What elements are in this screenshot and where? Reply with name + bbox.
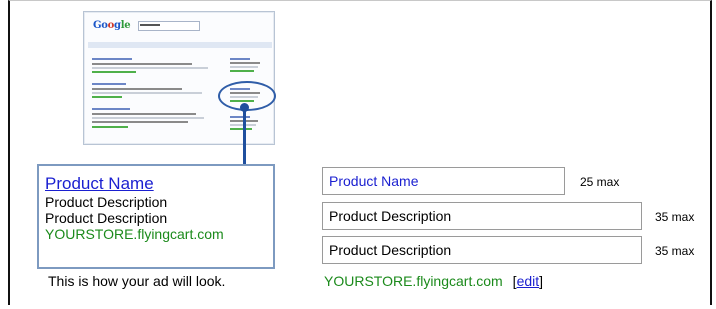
display-url-text: YOURSTORE.flyingcart.com	[324, 273, 503, 289]
product-name-input[interactable]	[322, 167, 565, 195]
ad-preview: Product Name Product Description Product…	[37, 164, 275, 269]
search-logo: Google	[93, 20, 131, 31]
thumbnail-results-bar	[88, 42, 272, 48]
thumbnail-ad-line	[230, 58, 250, 60]
thumbnail-result-line	[92, 63, 192, 65]
thumbnail-result-line	[92, 126, 128, 128]
thumbnail-result-line	[92, 108, 130, 110]
preview-caption: This is how your ad will look.	[48, 273, 226, 289]
preview-display-url: YOURSTORE.flyingcart.com	[45, 226, 224, 242]
description-line-2-input[interactable]	[322, 236, 642, 264]
thumbnail-ad-line	[230, 62, 260, 64]
preview-description-line-2: Product Description	[45, 210, 168, 226]
thumbnail-result-line	[92, 113, 196, 115]
thumbnail-ad-line	[230, 116, 250, 118]
thumbnail-result-line	[92, 58, 132, 60]
product-name-max-label: 25 max	[580, 175, 620, 189]
thumbnail-result-line	[92, 83, 126, 85]
edit-url-link[interactable]: edit	[517, 273, 540, 289]
preview-description-line-1: Product Description	[45, 194, 168, 210]
thumbnail-search-text	[140, 24, 160, 26]
search-page-thumbnail: Google	[83, 11, 275, 145]
thumbnail-search-box	[138, 21, 200, 31]
display-url-row: YOURSTORE.flyingcart.com [edit]	[324, 273, 543, 289]
thumbnail-ad-line	[230, 66, 258, 68]
thumbnail-result-line	[92, 67, 208, 69]
thumbnail-result-line	[92, 96, 122, 98]
description-line-1-input[interactable]	[322, 202, 642, 230]
ad-highlight-connector	[243, 110, 246, 164]
ad-highlight-dot	[240, 103, 249, 112]
description-line-1-max-label: 35 max	[655, 210, 695, 224]
thumbnail-ad-line	[230, 128, 252, 130]
thumbnail-result-line	[92, 117, 204, 119]
preview-title-link[interactable]: Product Name	[45, 174, 273, 194]
thumbnail-result-line	[92, 88, 182, 90]
thumbnail-result-line	[92, 92, 202, 94]
description-line-2-max-label: 35 max	[655, 244, 695, 258]
thumbnail-result-line	[92, 71, 136, 73]
edit-url-wrapper: [edit]	[512, 273, 544, 289]
thumbnail-result-line	[92, 121, 188, 123]
thumbnail-ad-line	[230, 70, 254, 72]
